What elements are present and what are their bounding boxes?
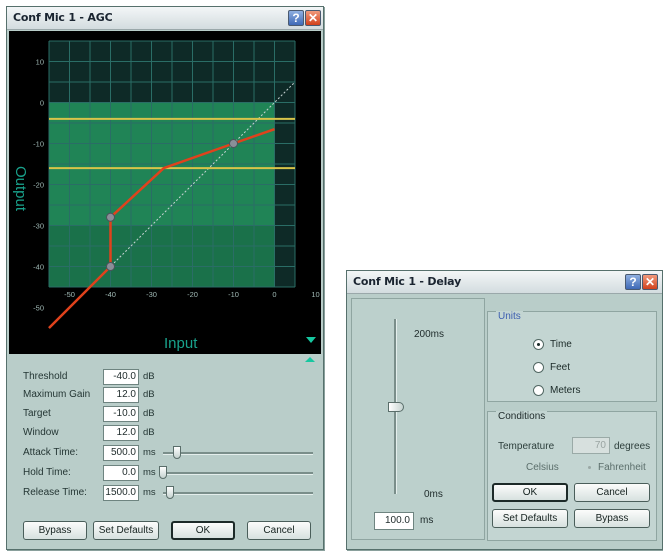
hold-time-slider[interactable] — [159, 466, 313, 479]
y-tick-label: -10 — [33, 140, 44, 149]
x-tick-label: 10 — [311, 290, 319, 299]
help-icon[interactable]: ? — [288, 10, 304, 26]
x-tick-label: -50 — [64, 290, 75, 299]
help-icon[interactable]: ? — [625, 274, 641, 290]
conditions-group: Conditions Temperature 70 degrees Celsiu… — [487, 411, 657, 541]
curve-handle[interactable] — [106, 262, 115, 271]
param-hold-time: Hold Time: 0.0 ms — [23, 465, 313, 481]
set-defaults-button[interactable]: Set Defaults — [93, 521, 159, 540]
attack-time-slider-thumb[interactable] — [172, 446, 181, 459]
meters-radio[interactable] — [533, 385, 544, 396]
release-time-label: Release Time: — [23, 487, 87, 498]
threshold-unit: dB — [143, 371, 155, 382]
x-tick-label: 0 — [272, 290, 276, 299]
release-time-slider-thumb[interactable] — [165, 486, 174, 499]
close-icon[interactable]: ✕ — [305, 10, 321, 26]
target-label: Target — [23, 408, 51, 419]
agc-window: Conf Mic 1 - AGC ? ✕ 10 0 -10 -20 -30 -40 -50 -… — [6, 6, 324, 550]
fahrenheit-option[interactable]: Fahrenheit — [598, 462, 646, 473]
bypass-button[interactable]: Bypass — [574, 509, 650, 528]
ok-button[interactable]: OK — [492, 483, 568, 502]
feet-radio[interactable] — [533, 362, 544, 373]
y-tick-label: 0 — [40, 99, 44, 108]
release-time-field[interactable]: 1500.0 — [103, 485, 139, 501]
hold-time-field[interactable]: 0.0 — [103, 465, 139, 481]
ok-button[interactable]: OK — [171, 521, 235, 540]
y-tick-label: -30 — [33, 222, 44, 231]
feet-radio-label[interactable]: Feet — [550, 362, 570, 373]
units-group: Units Time Feet Meters — [487, 311, 657, 402]
x-tick-label: -40 — [105, 290, 116, 299]
window-field[interactable]: 12.0 — [103, 425, 139, 441]
window-label: Window — [23, 427, 59, 438]
collapse-down-icon[interactable] — [306, 337, 316, 343]
x-tick-label: -20 — [187, 290, 198, 299]
agc-params-panel: Threshold -40.0 dB Maximum Gain 12.0 dB … — [7, 357, 323, 549]
agc-title: Conf Mic 1 - AGC — [13, 11, 113, 24]
set-defaults-button[interactable]: Set Defaults — [492, 509, 568, 528]
target-field[interactable]: -10.0 — [103, 406, 139, 422]
release-time-unit: ms — [143, 487, 156, 498]
meters-radio-label[interactable]: Meters — [550, 385, 581, 396]
close-icon[interactable]: ✕ — [642, 274, 658, 290]
time-radio[interactable] — [533, 339, 544, 350]
time-radio-label[interactable]: Time — [550, 339, 572, 350]
delay-slider-thumb[interactable] — [388, 401, 404, 412]
window-unit: dB — [143, 427, 155, 438]
input-axis-label: Input — [164, 335, 198, 352]
attack-time-field[interactable]: 500.0 — [103, 445, 139, 461]
agc-graph[interactable]: 10 0 -10 -20 -30 -40 -50 -50 -40 -30 -20 -10 0 10 Out… — [9, 31, 321, 354]
release-time-slider[interactable] — [163, 486, 313, 499]
attack-time-slider[interactable] — [163, 446, 313, 459]
hold-time-slider-thumb[interactable] — [159, 466, 167, 479]
threshold-label: Threshold — [23, 371, 68, 382]
output-axis-label: Output — [12, 166, 29, 212]
hold-time-label: Hold Time: — [23, 467, 71, 478]
agc-titlebar[interactable]: Conf Mic 1 - AGC ? ✕ — [7, 7, 323, 30]
temperature-unit: degrees — [614, 441, 651, 452]
param-release-time: Release Time: 1500.0 ms — [23, 485, 313, 501]
celsius-option[interactable]: Celsius — [526, 462, 559, 473]
param-attack-time: Attack Time: 500.0 ms — [23, 445, 313, 461]
maximum-gain-label: Maximum Gain — [23, 389, 91, 400]
cancel-button[interactable]: Cancel — [247, 521, 311, 540]
x-tick-label: -10 — [228, 290, 239, 299]
y-tick-label: -20 — [33, 181, 44, 190]
x-tick-label: -30 — [146, 290, 157, 299]
delay-max-label: 200ms — [414, 329, 445, 340]
temperature-field[interactable]: 70 — [572, 437, 610, 454]
fahrenheit-radio[interactable] — [588, 466, 591, 469]
curve-handle[interactable] — [229, 139, 238, 148]
attack-time-label: Attack Time: — [23, 447, 79, 458]
attack-time-unit: ms — [143, 447, 156, 458]
delay-title: Conf Mic 1 - Delay — [353, 275, 462, 288]
maximum-gain-unit: dB — [143, 389, 155, 400]
target-unit: dB — [143, 408, 155, 419]
conditions-group-title: Conditions — [496, 411, 548, 422]
delay-slider-panel: 200ms 0ms 100.0 ms — [351, 298, 485, 540]
curve-handle[interactable] — [106, 212, 115, 222]
delay-value-unit: ms — [420, 515, 434, 526]
delay-min-label: 0ms — [424, 489, 443, 500]
maximum-gain-field[interactable]: 12.0 — [103, 387, 139, 403]
threshold-field[interactable]: -40.0 — [103, 369, 139, 385]
bypass-button[interactable]: Bypass — [23, 521, 87, 540]
temperature-label: Temperature — [498, 441, 555, 452]
delay-value-field[interactable]: 100.0 — [374, 512, 414, 530]
hold-time-unit: ms — [143, 467, 156, 478]
delay-titlebar[interactable]: Conf Mic 1 - Delay ? ✕ — [347, 271, 662, 294]
delay-window: Conf Mic 1 - Delay ? ✕ 200ms 0ms 100.0 m… — [346, 270, 663, 550]
expand-up-icon[interactable] — [304, 356, 316, 363]
units-group-title: Units — [496, 311, 523, 322]
y-tick-label: -50 — [33, 304, 44, 313]
cancel-button[interactable]: Cancel — [574, 483, 650, 502]
y-tick-label: 10 — [36, 58, 44, 67]
y-tick-label: -40 — [33, 263, 44, 272]
